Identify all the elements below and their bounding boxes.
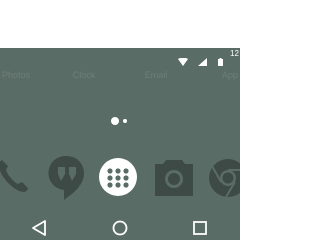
recents-button[interactable]	[190, 220, 210, 236]
back-button[interactable]	[30, 220, 50, 236]
page-dot-inactive	[123, 119, 127, 123]
navigation-bar	[0, 214, 240, 240]
app-label-clock[interactable]: Clock	[64, 70, 104, 80]
phone-icon[interactable]	[0, 156, 32, 200]
chrome-icon[interactable]	[208, 157, 240, 203]
app-label-email[interactable]: Email	[136, 70, 176, 80]
app-label-app[interactable]: App	[210, 70, 240, 80]
home-button[interactable]	[110, 220, 130, 236]
status-time: 12	[230, 49, 239, 58]
app-label-photos[interactable]: Photos	[0, 70, 36, 80]
wallpaper	[0, 48, 240, 240]
camera-icon[interactable]	[153, 158, 195, 202]
android-home-screen: 12 Photos Clock Email App	[0, 0, 240, 240]
hangouts-icon[interactable]	[48, 155, 86, 204]
battery-icon	[218, 51, 223, 70]
app-drawer-icon[interactable]	[98, 157, 138, 201]
page-dot-active	[111, 117, 119, 125]
back-triangle-icon	[32, 220, 46, 236]
home-circle-icon	[112, 220, 128, 236]
status-bar: 12	[0, 48, 240, 66]
signal-icon	[198, 51, 207, 70]
wifi-icon	[178, 51, 188, 70]
page-indicator	[109, 116, 133, 126]
recents-square-icon	[193, 221, 207, 235]
top-blank-area	[0, 0, 240, 48]
